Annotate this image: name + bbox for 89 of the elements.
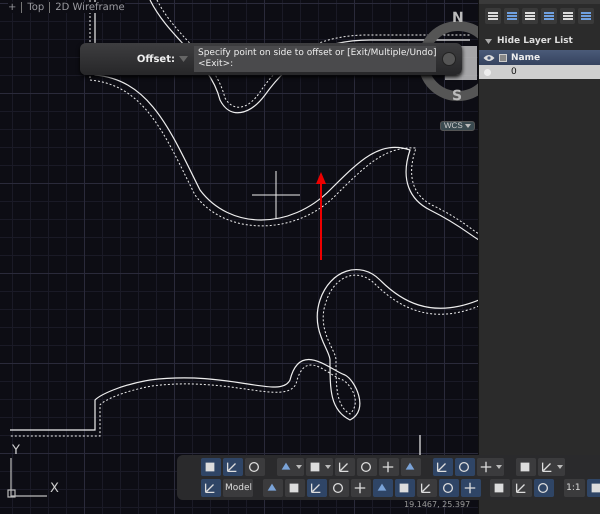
tool-button[interactable] [477,458,504,476]
tool-button[interactable] [416,479,437,497]
tool-icon [457,460,471,474]
tool-button[interactable] [490,479,510,497]
tool-button[interactable] [335,458,355,476]
tool-icon [308,460,322,474]
caret-icon [464,124,471,128]
tool-icon [589,481,600,495]
x-axis-label: X [50,481,59,496]
tool-icon [203,460,217,474]
layer-tool-button[interactable] [504,8,520,24]
tool-icon [540,460,554,474]
y-axis-label: Y [12,443,20,458]
tool-button[interactable] [328,479,349,497]
tool-button[interactable] [516,458,536,476]
tool-button[interactable] [306,479,327,497]
tool-button[interactable] [284,479,305,497]
crosshair-cursor-drawing [252,170,300,220]
coordinates-readout: 19.1467, 25.397 [404,500,470,509]
tool-button[interactable] [277,458,304,476]
eye-icon [483,54,495,62]
visual-style[interactable]: 2D Wireframe [49,2,125,13]
tool-button[interactable] [401,458,421,476]
tool-button[interactable] [262,479,283,497]
tool-button[interactable] [357,458,377,476]
tool-icon [330,481,345,495]
command-label: Offset: [136,54,175,64]
column-header[interactable]: Name [507,52,540,62]
tool-icon [518,460,532,474]
tool-icon [440,481,455,495]
layer-tool-button[interactable] [485,8,501,24]
tool-button[interactable] [201,458,221,476]
tool-button[interactable] [394,479,415,497]
layer-tool-button[interactable] [560,8,576,24]
tool-icon [381,460,395,474]
tool-icon [247,460,261,474]
tool-icon [286,481,301,495]
layer-stack-icon [506,10,518,22]
layer-stack-icon [562,10,574,22]
tool-button[interactable] [223,458,243,476]
layer-stack-icon [524,10,536,22]
prompt-text: Specify point on side to offset or [Exit/Multiple/Undo] [198,48,436,59]
wcs-menu[interactable]: WCS [440,121,475,131]
tool-icon [479,460,493,474]
tool-button[interactable] [438,479,459,497]
tool-icon [418,481,433,495]
compass-south[interactable]: S [452,88,462,104]
checkbox-icon [499,54,507,62]
tool-icon [462,481,477,495]
ucs-axis-drawing [7,458,47,498]
layer-stack-icon [580,10,592,22]
tool-button[interactable] [455,458,475,476]
tool-button[interactable] [538,458,565,476]
layer-tool-button[interactable] [522,8,538,24]
tool-button[interactable] [201,479,221,497]
menu-button[interactable]: 1:1 [564,479,586,497]
hide-layer-list-toggle[interactable]: Hide Layer List [479,28,600,50]
tool-button[interactable] [534,479,554,497]
tool-button[interactable] [433,458,453,476]
tool-button[interactable] [350,479,371,497]
tool-icon [352,481,367,495]
layer-stack-icon [486,10,499,22]
layer-row[interactable]: 0 [479,65,600,79]
tool-button[interactable] [512,479,532,497]
tool-icon [396,481,411,495]
menu-button[interactable]: Model [223,479,253,497]
status-dot-icon [484,68,491,76]
layer-tool-button[interactable] [541,8,557,24]
tool-button[interactable] [245,458,265,476]
tool-button[interactable] [306,458,333,476]
tool-button[interactable] [372,479,393,497]
tool-icon [514,481,528,495]
tool-icon [337,460,351,474]
tool-button[interactable] [379,458,399,476]
view-name[interactable]: Top [21,2,44,13]
tool-icon [536,481,550,495]
tool-icon [308,481,323,495]
viewport-menu[interactable]: + [8,2,16,13]
layer-stack-icon [542,10,555,22]
compass-north[interactable]: N [452,10,464,26]
tool-icon [435,460,449,474]
tool-icon [359,460,373,474]
tool-icon [492,481,506,495]
tool-button[interactable] [460,479,481,497]
layer-name: 0 [511,67,517,77]
tool-icon [203,481,217,495]
prompt-text: <Exit>: [198,59,234,70]
tool-icon [225,460,239,474]
layer-tool-button[interactable] [578,8,594,24]
